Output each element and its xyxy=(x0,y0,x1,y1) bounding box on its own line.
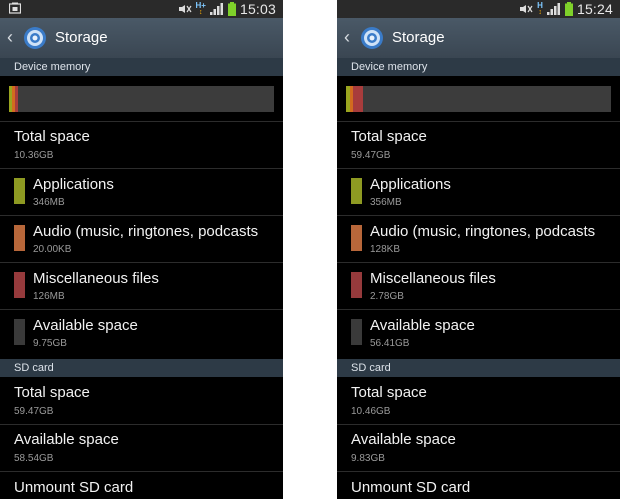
section-header-sd-card: SD card xyxy=(337,359,620,377)
unmount-sd-card-button[interactable]: Unmount SD card xyxy=(14,479,133,496)
item-value: 126MB xyxy=(33,291,65,302)
item-title: Available space xyxy=(14,431,119,448)
divider xyxy=(337,309,620,310)
screenshot-notification-icon xyxy=(9,2,21,14)
battery-icon xyxy=(564,2,573,16)
divider xyxy=(0,309,283,310)
divider xyxy=(0,424,283,425)
status-bar: H ↕ 15:24 xyxy=(337,0,620,18)
divider xyxy=(0,262,283,263)
item-value: 58.54GB xyxy=(14,453,54,464)
color-swatch xyxy=(14,225,25,251)
divider xyxy=(337,424,620,425)
phone-screen-right: H ↕ 15:24 ‹ Storage Device memory Total … xyxy=(337,0,620,499)
page-title: Storage xyxy=(55,29,108,46)
color-swatch xyxy=(14,319,25,345)
item-value: 356MB xyxy=(370,197,402,208)
item-title: Applications xyxy=(370,176,451,193)
item-title: Applications xyxy=(33,176,114,193)
divider xyxy=(0,168,283,169)
status-bar: H+ ↕ 15:03 xyxy=(0,0,283,18)
item-title: Miscellaneous files xyxy=(370,270,496,287)
battery-icon xyxy=(227,2,236,16)
action-bar: ‹ Storage xyxy=(337,18,620,58)
section-header-label: Device memory xyxy=(351,61,428,73)
action-bar: ‹ Storage xyxy=(0,18,283,58)
item-value: 10.36GB xyxy=(14,150,54,161)
mute-vibrate-icon xyxy=(178,5,191,13)
color-swatch xyxy=(351,272,362,298)
signal-strength-icon xyxy=(209,3,223,15)
divider xyxy=(337,215,620,216)
network-type-icon: H ↕ xyxy=(537,1,543,17)
divider xyxy=(337,121,620,122)
item-value: 128KB xyxy=(370,244,401,255)
network-type-icon: H+ ↕ xyxy=(195,1,206,17)
usage-segment xyxy=(352,86,364,112)
item-value: 2.78GB xyxy=(370,291,404,302)
settings-gear-icon[interactable] xyxy=(23,26,47,50)
status-clock: 15:03 xyxy=(239,1,276,17)
item-value: 59.47GB xyxy=(351,150,391,161)
item-title: Total space xyxy=(351,128,427,145)
item-value: 346MB xyxy=(33,197,65,208)
back-chevron-icon[interactable]: ‹ xyxy=(7,28,17,46)
divider xyxy=(0,121,283,122)
item-value: 10.46GB xyxy=(351,406,391,417)
back-chevron-icon[interactable]: ‹ xyxy=(344,28,354,46)
storage-usage-bar xyxy=(9,86,274,112)
item-value: 59.47GB xyxy=(14,406,54,417)
item-title: Available space xyxy=(351,431,456,448)
storage-usage-bar xyxy=(346,86,611,112)
item-title: Miscellaneous files xyxy=(33,270,159,287)
settings-gear-icon[interactable] xyxy=(360,26,384,50)
mute-vibrate-icon xyxy=(520,5,533,13)
usage-segment xyxy=(14,86,18,112)
divider xyxy=(0,471,283,472)
page-title: Storage xyxy=(392,29,445,46)
section-header-sd-card: SD card xyxy=(0,359,283,377)
divider xyxy=(337,168,620,169)
unmount-sd-card-button[interactable]: Unmount SD card xyxy=(351,479,470,496)
divider xyxy=(0,215,283,216)
item-title: Audio (music, ringtones, podcasts xyxy=(370,223,596,240)
color-swatch xyxy=(351,225,362,251)
color-swatch xyxy=(14,272,25,298)
item-title: Audio (music, ringtones, podcasts xyxy=(33,223,259,240)
item-value: 9.83GB xyxy=(351,453,385,464)
section-header-label: SD card xyxy=(14,362,54,374)
item-title: Total space xyxy=(14,384,90,401)
item-title: Total space xyxy=(351,384,427,401)
color-swatch xyxy=(351,319,362,345)
divider xyxy=(337,262,620,263)
item-title: Available space xyxy=(33,317,138,334)
status-clock: 15:24 xyxy=(576,1,613,17)
section-header-device-memory: Device memory xyxy=(0,58,283,76)
item-value: 20.00KB xyxy=(33,244,72,255)
item-value: 9.75GB xyxy=(33,338,67,349)
item-title: Total space xyxy=(14,128,90,145)
item-title: Available space xyxy=(370,317,475,334)
color-swatch xyxy=(351,178,362,204)
color-swatch xyxy=(14,178,25,204)
divider xyxy=(337,471,620,472)
section-header-label: SD card xyxy=(351,362,391,374)
section-header-label: Device memory xyxy=(14,61,91,73)
section-header-device-memory: Device memory xyxy=(337,58,620,76)
phone-screen-left: H+ ↕ 15:03 ‹ Storage Device memory Total… xyxy=(0,0,283,499)
item-value: 56.41GB xyxy=(370,338,410,349)
signal-strength-icon xyxy=(546,3,560,15)
